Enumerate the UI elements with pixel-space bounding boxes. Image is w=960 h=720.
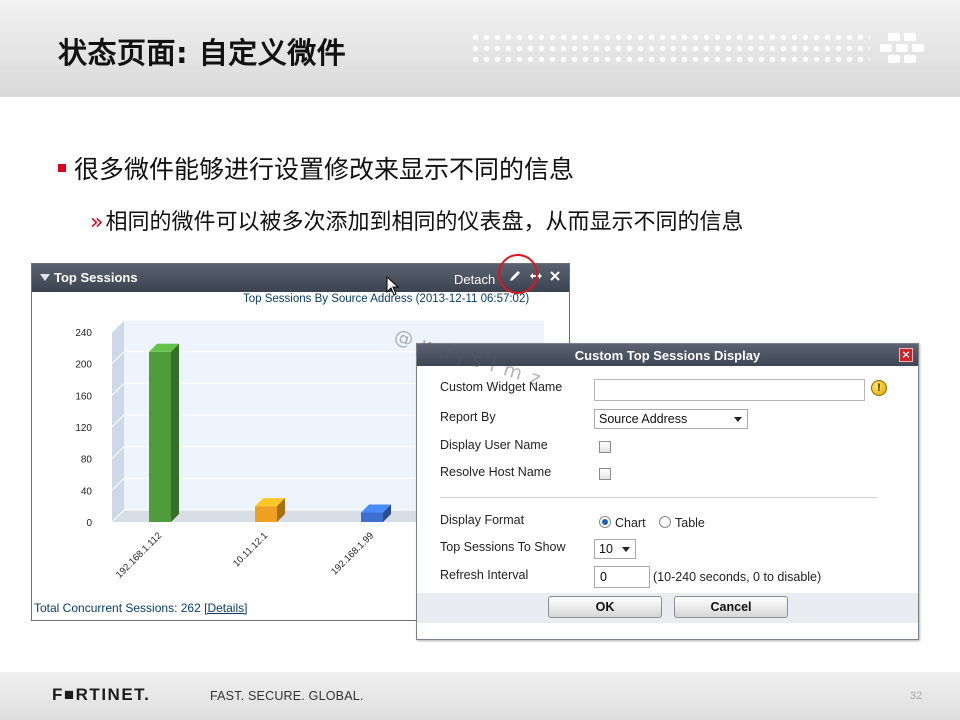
refresh-interval-input[interactable]: 0 xyxy=(594,566,650,588)
highlight-circle xyxy=(498,254,538,294)
top-sessions-select[interactable]: 10 xyxy=(594,539,636,559)
format-chart-radio[interactable] xyxy=(599,516,611,528)
dialog-button-bar xyxy=(417,593,918,623)
y-tick-label: 80 xyxy=(81,455,93,466)
y-tick-label: 200 xyxy=(75,360,92,371)
bullet-arrow-icon: » xyxy=(90,210,104,235)
resolve-host-name-label: Resolve Host Name xyxy=(440,465,552,479)
top-sessions-to-show-label: Top Sessions To Show xyxy=(440,540,566,554)
custom-top-sessions-dialog: Custom Top Sessions Display × Custom Wid… xyxy=(416,343,919,640)
format-table-radio[interactable] xyxy=(659,516,671,528)
bullet-2-text: 相同的微件可以被多次添加到相同的仪表盘，从而显示不同的信息 xyxy=(105,210,744,235)
chevron-down-icon xyxy=(734,417,742,422)
chart-bar xyxy=(255,506,277,522)
ok-button[interactable]: OK xyxy=(548,596,662,618)
detach-button[interactable]: Detach xyxy=(454,272,495,287)
format-chart-label: Chart xyxy=(615,516,646,530)
widget-name-input[interactable] xyxy=(594,379,865,401)
refresh-interval-hint: (10-240 seconds, 0 to disable) xyxy=(653,570,822,584)
collapse-icon[interactable] xyxy=(40,274,50,281)
widget-titlebar[interactable]: Top Sessions Detach xyxy=(32,264,569,292)
cancel-button[interactable]: Cancel xyxy=(674,596,788,618)
mouse-cursor-icon xyxy=(386,276,400,296)
x-tick-label: 192.168.1.112 xyxy=(114,530,164,580)
report-by-value: Source Address xyxy=(599,412,688,426)
chart-bar-side xyxy=(171,343,179,522)
slide-header: 状态页面: 自定义微件 xyxy=(0,0,960,97)
y-tick-label: 120 xyxy=(75,423,92,434)
close-icon[interactable] xyxy=(546,269,564,287)
x-tick-label: 192.168.1.99 xyxy=(329,530,376,577)
bullet-1-text: 很多微件能够进行设置修改来显示不同的信息 xyxy=(74,155,575,184)
page-number: 32 xyxy=(910,690,923,702)
fortinet-logo-mark-icon xyxy=(880,33,924,63)
report-by-label: Report By xyxy=(440,410,496,424)
widget-title: Top Sessions xyxy=(54,270,138,285)
details-link[interactable]: [Details] xyxy=(204,601,247,615)
format-table-label: Table xyxy=(675,516,705,530)
y-tick-label: 0 xyxy=(86,518,92,529)
top-sessions-value: 10 xyxy=(599,542,613,556)
decorative-dot-pattern xyxy=(470,32,870,62)
display-format-label: Display Format xyxy=(440,513,525,527)
resolve-host-name-checkbox[interactable] xyxy=(599,468,611,480)
widget-footer: Total Concurrent Sessions: 262 [Details] xyxy=(34,601,247,615)
bullet-point-2: »相同的微件可以被多次添加到相同的仪表盘，从而显示不同的信息 xyxy=(90,204,743,236)
chart-bar xyxy=(149,351,171,522)
brand-tagline: FAST. SECURE. GLOBAL. xyxy=(210,689,364,703)
x-tick-label: 10.11.12.1 xyxy=(231,530,270,569)
display-user-name-label: Display User Name xyxy=(440,438,548,452)
y-tick-label: 160 xyxy=(75,391,92,402)
bullet-point-1: 很多微件能够进行设置修改来显示不同的信息 xyxy=(58,150,574,186)
slide-title: 状态页面: 自定义微件 xyxy=(58,36,347,70)
total-sessions-text: Total Concurrent Sessions: 262 xyxy=(34,601,201,615)
warning-icon: ! xyxy=(871,380,887,396)
dialog-divider xyxy=(440,497,877,498)
refresh-interval-label: Refresh Interval xyxy=(440,568,529,582)
bullet-square-icon xyxy=(58,164,66,172)
y-tick-label: 240 xyxy=(75,328,92,339)
chart-bar xyxy=(361,512,383,522)
display-user-name-checkbox[interactable] xyxy=(599,441,611,453)
dialog-close-icon[interactable]: × xyxy=(899,348,913,362)
report-by-select[interactable]: Source Address xyxy=(594,409,748,429)
fortinet-brand-logo: F■RTINET. xyxy=(52,685,151,704)
chevron-down-icon xyxy=(622,547,630,552)
y-tick-label: 40 xyxy=(81,486,93,497)
